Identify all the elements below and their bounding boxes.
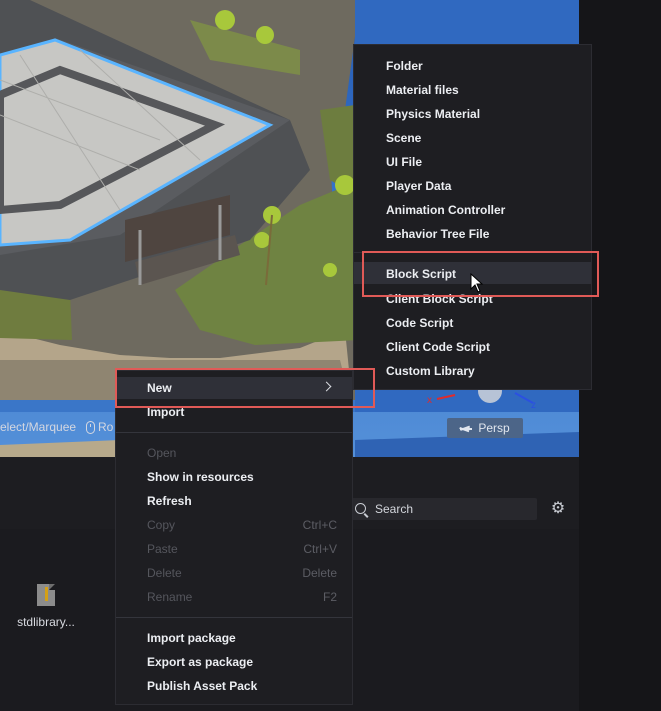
zip-file-icon xyxy=(37,584,55,606)
menu-item-shortcut: Ctrl+C xyxy=(302,518,337,532)
submenu-item-label: Block Script xyxy=(386,267,457,281)
menu-item-label: Export as package xyxy=(147,655,254,669)
menu-item-delete[interactable]: Delete Delete xyxy=(116,562,352,584)
menu-item-export-as-package[interactable]: Export as package xyxy=(116,651,352,673)
menu-separator xyxy=(116,432,352,433)
submenu-item-animation-controller[interactable]: Animation Controller xyxy=(354,198,591,220)
submenu-item-label: Code Script xyxy=(386,316,454,330)
mouse-icon xyxy=(86,420,95,434)
submenu-item-label: Behavior Tree File xyxy=(386,227,490,241)
submenu-item-label: Client Block Script xyxy=(386,292,493,306)
asset-item-label: stdlibrary... xyxy=(17,615,75,629)
search-placeholder: Search xyxy=(375,502,414,516)
menu-item-new[interactable]: New xyxy=(116,377,352,399)
submenu-item-client-code-script[interactable]: Client Code Script xyxy=(354,335,591,357)
menu-item-import-package[interactable]: Import package xyxy=(116,627,352,649)
menu-item-label: Show in resources xyxy=(147,470,254,484)
select-marquee-tool[interactable]: elect/Marquee xyxy=(0,420,76,434)
submenu-item-label: Animation Controller xyxy=(386,203,506,217)
menu-item-open[interactable]: Open xyxy=(116,442,352,464)
search-icon xyxy=(355,503,366,514)
menu-item-shortcut: Delete xyxy=(302,566,337,580)
submenu-item-label: Scene xyxy=(386,131,422,145)
menu-item-label: Copy xyxy=(147,518,176,532)
asset-search-input[interactable]: Search xyxy=(347,498,537,520)
perspective-button[interactable]: Persp xyxy=(447,418,523,438)
menu-separator xyxy=(354,252,591,253)
submenu-item-player-data[interactable]: Player Data xyxy=(354,174,591,196)
submenu-item-label: Client Code Script xyxy=(386,340,491,354)
submenu-item-label: Custom Library xyxy=(386,364,475,378)
submenu-item-physics-material[interactable]: Physics Material xyxy=(354,102,591,124)
new-submenu: Folder Material files Physics Material S… xyxy=(353,44,592,390)
submenu-item-label: Player Data xyxy=(386,179,452,193)
chevron-right-icon xyxy=(321,381,332,392)
rotate-tool-label: Ro xyxy=(98,420,114,434)
menu-item-label: Publish Asset Pack xyxy=(147,679,258,693)
menu-item-shortcut: Ctrl+V xyxy=(303,542,337,556)
menu-item-copy[interactable]: Copy Ctrl+C xyxy=(116,514,352,536)
axis-x-label: x xyxy=(427,395,432,406)
submenu-item-ui-file[interactable]: UI File xyxy=(354,150,591,172)
perspective-label: Persp xyxy=(478,421,510,435)
axis-z-label: z xyxy=(531,400,536,411)
submenu-item-custom-library[interactable]: Custom Library xyxy=(354,359,591,381)
menu-item-shortcut: F2 xyxy=(322,590,337,604)
menu-item-show-in-resources[interactable]: Show in resources xyxy=(116,466,352,488)
menu-item-label: New xyxy=(147,381,172,395)
submenu-item-label: UI File xyxy=(386,155,423,169)
submenu-item-label: Folder xyxy=(386,59,423,73)
context-menu: New Import Open Show in resources Refres… xyxy=(115,370,353,705)
rotate-tool[interactable]: Ro xyxy=(86,420,113,434)
menu-item-rename[interactable]: Rename F2 xyxy=(116,586,352,608)
menu-item-label: Paste xyxy=(147,542,178,556)
submenu-item-label: Physics Material xyxy=(386,107,481,121)
menu-item-publish-asset-pack[interactable]: Publish Asset Pack xyxy=(116,675,352,697)
menu-item-label: Refresh xyxy=(147,494,192,508)
submenu-item-code-script[interactable]: Code Script xyxy=(354,311,591,333)
submenu-item-scene[interactable]: Scene xyxy=(354,126,591,148)
submenu-item-label: Material files xyxy=(386,83,459,97)
asset-item[interactable]: stdlibrary... xyxy=(15,584,77,629)
cursor-icon xyxy=(470,273,484,293)
submenu-item-material-files[interactable]: Material files xyxy=(354,78,591,100)
perspective-icon xyxy=(459,424,473,432)
submenu-item-folder[interactable]: Folder xyxy=(354,54,591,76)
submenu-item-behavior-tree-file[interactable]: Behavior Tree File xyxy=(354,222,591,244)
menu-item-refresh[interactable]: Refresh xyxy=(116,490,352,512)
menu-item-label: Import xyxy=(147,405,185,419)
menu-item-label: Import package xyxy=(147,631,236,645)
menu-item-import[interactable]: Import xyxy=(116,401,352,423)
menu-item-label: Delete xyxy=(147,566,182,580)
menu-item-label: Rename xyxy=(147,590,193,604)
menu-item-paste[interactable]: Paste Ctrl+V xyxy=(116,538,352,560)
menu-item-label: Open xyxy=(147,446,177,460)
gear-icon[interactable]: ⚙ xyxy=(550,501,566,517)
menu-separator xyxy=(116,617,352,618)
